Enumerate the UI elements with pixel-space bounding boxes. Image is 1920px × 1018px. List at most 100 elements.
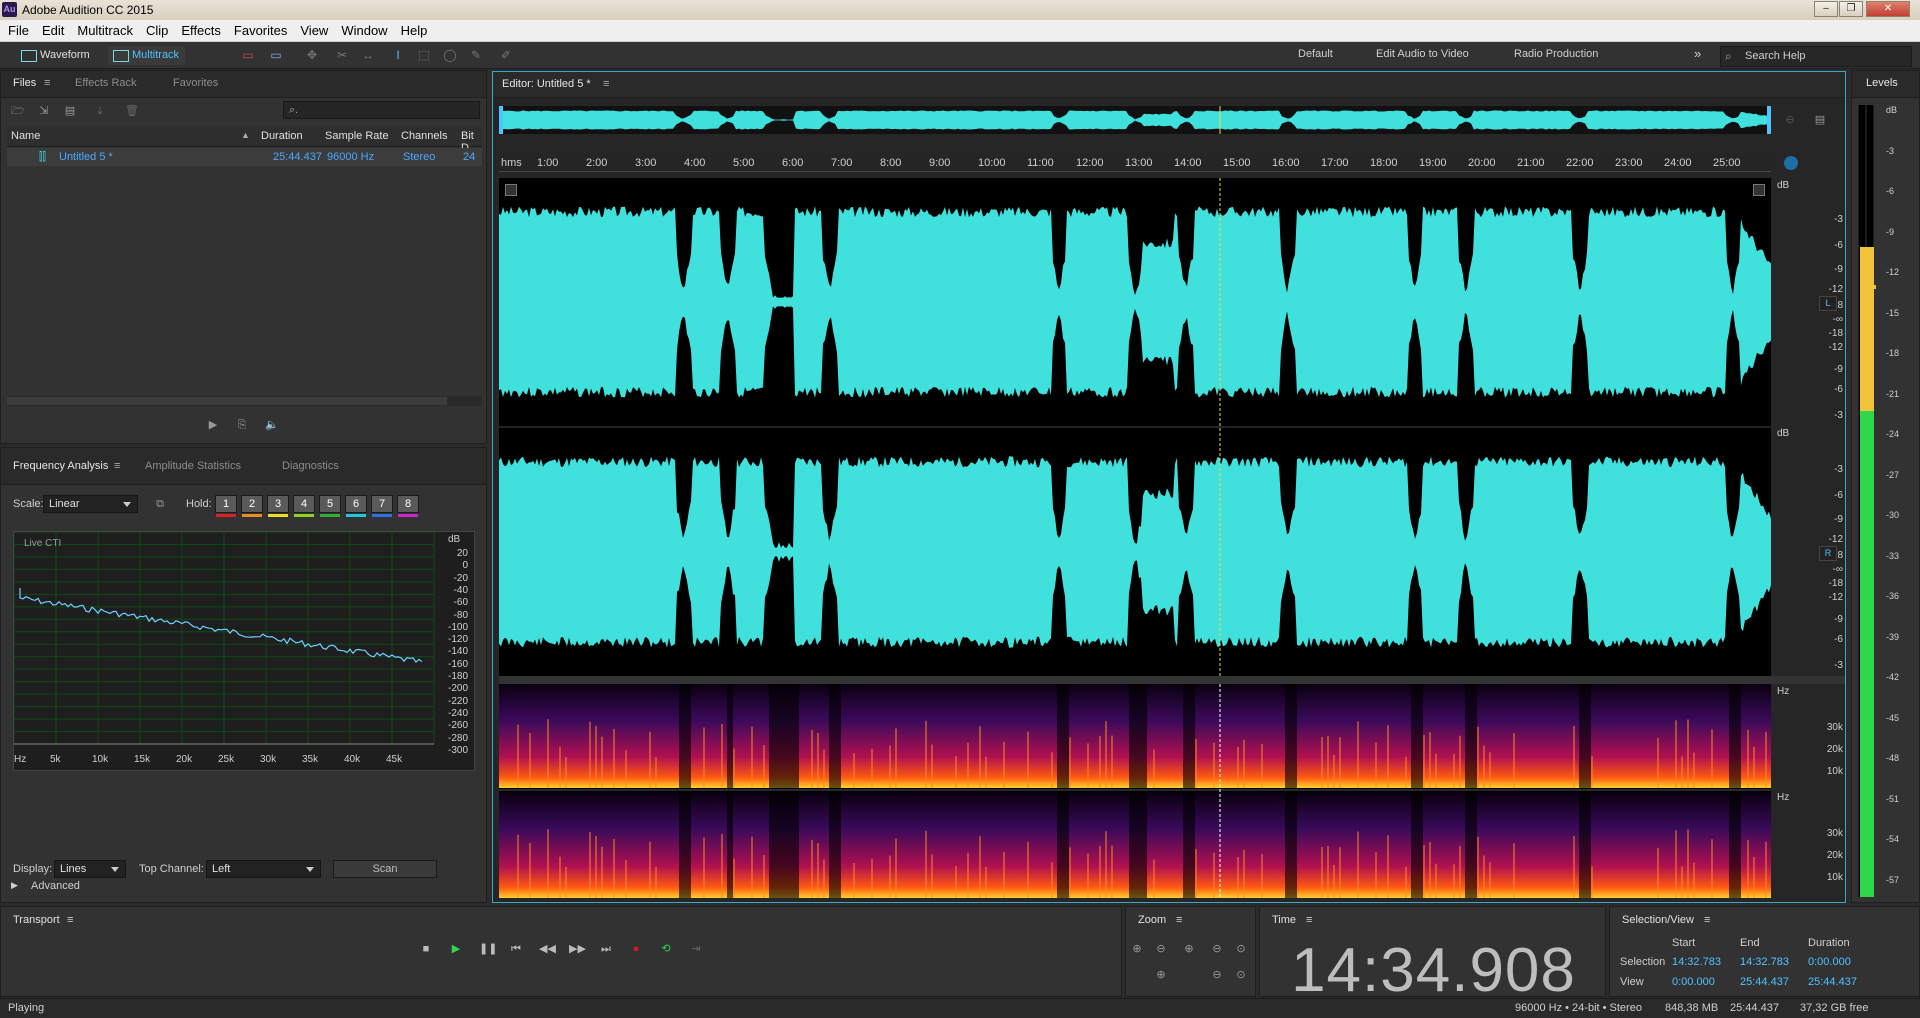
menu-edit[interactable]: Edit xyxy=(34,20,69,38)
zoom-in-out-point-icon[interactable]: ⊖ xyxy=(1210,969,1224,981)
zoom-out-time-icon[interactable]: ⊖ xyxy=(1210,943,1224,955)
view-end-field[interactable]: 25:44.437 xyxy=(1740,976,1789,988)
zoom-out-full-time-icon[interactable]: ⊙ xyxy=(1234,943,1248,955)
overview-toggle-icon[interactable]: ▤ xyxy=(1813,114,1827,126)
advanced-toggle[interactable]: Advanced xyxy=(31,880,80,892)
waveform-area[interactable] xyxy=(499,178,1771,676)
fast-forward-icon[interactable]: ▶▶ xyxy=(569,943,586,955)
menu-file[interactable]: File xyxy=(0,20,34,38)
hold-button-2[interactable]: 2 xyxy=(241,495,263,513)
zoom-to-selection-icon[interactable]: ⊕ xyxy=(1154,969,1168,981)
workspace-default[interactable]: Default xyxy=(1298,48,1333,60)
pause-icon[interactable]: ❚❚ xyxy=(479,943,497,955)
brush-tool-icon[interactable]: ✎ xyxy=(468,48,484,62)
channel-left-toggle[interactable]: L xyxy=(1819,296,1837,311)
minimize-button[interactable]: ‒ xyxy=(1814,1,1838,17)
play-preview-icon[interactable]: ▶ xyxy=(206,419,220,431)
tab-favorites[interactable]: Favorites xyxy=(173,77,218,89)
tab-effects-rack[interactable]: Effects Rack xyxy=(75,77,137,89)
zoom-selection-time-icon[interactable]: ⊙ xyxy=(1234,969,1248,981)
files-search-input[interactable]: ⌕. xyxy=(283,101,480,119)
overlay-toggle-icon[interactable]: ⧉ xyxy=(153,498,167,510)
current-time-display[interactable]: 14:34.908 xyxy=(1260,935,1607,1006)
menu-effects[interactable]: Effects xyxy=(173,20,226,38)
expand-advanced-icon[interactable]: ▶ xyxy=(11,880,18,891)
hud-resize-icon[interactable] xyxy=(1753,184,1765,196)
scale-dropdown[interactable]: Linear xyxy=(43,495,138,513)
levels-title[interactable]: Levels xyxy=(1866,77,1898,89)
tab-amplitude-statistics[interactable]: Amplitude Statistics xyxy=(145,460,241,472)
loop-playback-icon[interactable]: ⟲ xyxy=(659,943,673,955)
insert-in-multitrack-icon[interactable]: ⤓ xyxy=(93,105,107,117)
razor-tool-icon[interactable]: ✂ xyxy=(334,48,350,62)
hold-button-8[interactable]: 8 xyxy=(397,495,419,513)
marquee-tool-icon[interactable]: ⬚ xyxy=(416,48,432,62)
column-name[interactable]: Name xyxy=(11,130,40,142)
transport-menu-icon[interactable]: ≡ xyxy=(67,914,73,926)
zoom-in-time-icon[interactable]: ⊕ xyxy=(1182,943,1196,955)
hold-button-5[interactable]: 5 xyxy=(319,495,341,513)
workspace-edit-audio-to-video[interactable]: Edit Audio to Video xyxy=(1376,48,1469,60)
auto-play-icon[interactable]: 🔈 xyxy=(265,419,279,431)
zoom-reset-icon[interactable] xyxy=(1784,156,1798,170)
spectral-display-icon[interactable]: ▭ xyxy=(240,48,256,62)
import-file-icon[interactable]: ⇲ xyxy=(37,105,51,117)
menu-window[interactable]: Window xyxy=(333,20,392,38)
next-icon[interactable]: ⏭ xyxy=(599,943,613,955)
pitch-display-icon[interactable]: ▭ xyxy=(268,48,284,62)
menu-view[interactable]: View xyxy=(292,20,333,38)
channel-right-toggle[interactable]: R xyxy=(1819,546,1837,561)
selection-duration-field[interactable]: 0:00.000 xyxy=(1808,956,1851,968)
rewind-icon[interactable]: ◀◀ xyxy=(539,943,556,955)
search-help-input[interactable]: ⌕ Search Help xyxy=(1720,46,1912,67)
menu-help[interactable]: Help xyxy=(393,20,433,38)
selection-view-menu-icon[interactable]: ≡ xyxy=(1704,914,1710,926)
tab-files[interactable]: Files xyxy=(13,77,36,89)
column-sample-rate[interactable]: Sample Rate xyxy=(325,130,389,142)
display-dropdown[interactable]: Lines xyxy=(54,860,126,878)
hold-button-3[interactable]: 3 xyxy=(267,495,289,513)
lasso-tool-icon[interactable]: ◯ xyxy=(442,48,458,62)
view-start-field[interactable]: 0:00.000 xyxy=(1672,976,1715,988)
menu-multitrack[interactable]: Multitrack xyxy=(69,20,138,38)
zoom-menu-icon[interactable]: ≡ xyxy=(1176,914,1182,926)
zoom-out-full-icon[interactable]: ⊖ xyxy=(1783,114,1797,126)
selection-end-field[interactable]: 14:32.783 xyxy=(1740,956,1789,968)
analysis-panel-menu-icon[interactable]: ≡ xyxy=(114,460,120,472)
restore-button[interactable]: ❐ xyxy=(1839,1,1863,17)
editor-title[interactable]: Editor: Untitled 5 * xyxy=(502,78,591,90)
time-ruler[interactable]: hms 1:00 2:00 3:00 4:00 5:00 6:00 7:00 8:00 9:00… xyxy=(499,154,1771,172)
hud-toggle-icon[interactable] xyxy=(505,184,517,196)
menu-favorites[interactable]: Favorites xyxy=(226,20,292,38)
hold-button-6[interactable]: 6 xyxy=(345,495,367,513)
view-duration-field[interactable]: 25:44.437 xyxy=(1808,976,1857,988)
column-channels[interactable]: Channels xyxy=(401,130,447,142)
skip-selection-icon[interactable]: ⇥ xyxy=(689,943,703,955)
hold-button-1[interactable]: 1 xyxy=(215,495,237,513)
waveform-view-button[interactable]: Waveform xyxy=(16,46,96,65)
stop-icon[interactable]: ■ xyxy=(419,943,433,955)
tab-frequency-analysis[interactable]: Frequency Analysis xyxy=(13,460,108,472)
spectral-display[interactable] xyxy=(499,684,1771,898)
column-duration[interactable]: Duration xyxy=(261,130,303,142)
close-button[interactable]: ✕ xyxy=(1866,1,1910,17)
loop-preview-icon[interactable]: ⎘ xyxy=(235,419,249,431)
tab-diagnostics[interactable]: Diagnostics xyxy=(282,460,339,472)
spectral-divider[interactable] xyxy=(499,676,1845,684)
editor-menu-icon[interactable]: ≡ xyxy=(603,78,609,90)
hold-button-7[interactable]: 7 xyxy=(371,495,393,513)
top-channel-dropdown[interactable]: Left xyxy=(206,860,321,878)
files-horizontal-scrollbar[interactable] xyxy=(7,396,482,406)
menu-clip[interactable]: Clip xyxy=(138,20,173,38)
play-icon[interactable]: ▶ xyxy=(449,943,463,955)
selection-start-field[interactable]: 14:32.783 xyxy=(1672,956,1721,968)
time-selection-tool-icon[interactable]: I xyxy=(390,48,406,62)
spot-healing-tool-icon[interactable]: ✐ xyxy=(498,48,514,62)
zoom-in-amplitude-icon[interactable]: ⊕ xyxy=(1130,943,1144,955)
delete-icon[interactable]: 🗑 xyxy=(125,105,139,117)
time-menu-icon[interactable]: ≡ xyxy=(1306,914,1312,926)
move-tool-icon[interactable]: ✥ xyxy=(304,48,320,62)
slip-tool-icon[interactable]: ↔ xyxy=(360,48,376,62)
zoom-out-amplitude-icon[interactable]: ⊖ xyxy=(1154,943,1168,955)
table-row[interactable]: ⫿⫿ Untitled 5 * 25:44.437 96000 Hz Stere… xyxy=(7,148,482,166)
